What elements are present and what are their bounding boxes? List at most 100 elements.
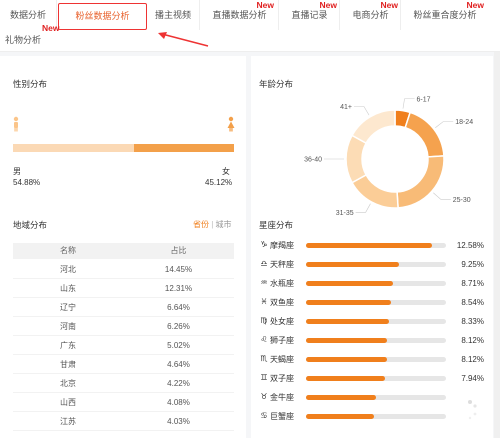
zodiac-name: 狮子座	[270, 336, 294, 345]
zodiac-sign-icon: ♎	[260, 259, 268, 268]
tab-fan-data-analysis[interactable]: 粉丝数据分析	[58, 3, 147, 30]
age-slice[interactable]	[345, 134, 368, 184]
region-percent: 14.45%	[164, 265, 193, 274]
zodiac-name: 摩羯座	[270, 241, 294, 250]
region-percent: 4.64%	[167, 360, 190, 369]
zodiac-bar-track	[306, 262, 446, 267]
male-percent: 54.88%	[13, 178, 41, 187]
gender-bar	[13, 144, 234, 152]
male-label: 男	[13, 167, 21, 176]
zodiac-title: 星座分布	[259, 220, 294, 230]
region-name: 广东	[60, 341, 76, 350]
age-donut-chart: 6-17 18-24 25-30 31-35 36-40 41+	[304, 96, 473, 217]
annotation-arrow-icon	[158, 32, 209, 47]
toggle-divider: |	[211, 220, 214, 229]
tab-fan-overlap-analysis[interactable]: 粉丝重合度分析 New	[402, 0, 488, 30]
zodiac-percent: 12.58%	[456, 241, 484, 250]
zodiac-bar-track	[306, 319, 446, 324]
tab-ecommerce-analysis[interactable]: 电商分析 New	[341, 0, 401, 30]
scrollbar[interactable]	[494, 52, 500, 438]
zodiac-row: ♒ 水瓶座 8.71%	[259, 276, 489, 292]
zodiac-name: 巨蟹座	[270, 412, 294, 421]
zodiac-percent: 8.12%	[461, 355, 484, 364]
zodiac-bar-track	[306, 281, 446, 286]
zodiac-name: 天蝎座	[270, 355, 294, 364]
region-percent: 6.26%	[167, 322, 190, 331]
age-label-line	[355, 203, 371, 213]
tab-label: 礼物分析	[4, 35, 41, 45]
table-row: 辽宁 6.64%	[13, 298, 234, 317]
female-percent: 45.12%	[205, 178, 233, 187]
zodiac-sign-icon: ♊	[260, 373, 268, 382]
age-slice-label: 41+	[340, 104, 352, 111]
female-icon	[227, 116, 235, 132]
new-badge: New	[319, 0, 337, 10]
zodiac-bar-fill	[306, 357, 388, 362]
zodiac-sign-icon: ♉	[260, 392, 268, 401]
zodiac-percent: 7.94%	[461, 374, 484, 383]
zodiac-bar-fill	[306, 338, 388, 343]
tab-creator-videos[interactable]: 播主视频	[147, 0, 200, 30]
female-bar-fill	[134, 144, 234, 152]
zodiac-bar-track	[306, 357, 446, 362]
zodiac-bar-fill	[306, 395, 376, 400]
zodiac-bar-track	[306, 300, 446, 305]
age-title: 年龄分布	[259, 79, 294, 89]
age-slice-label: 6-17	[417, 96, 431, 103]
zodiac-row: ♎ 天秤座 9.25%	[259, 257, 489, 273]
zodiac-percent: 8.71%	[461, 279, 484, 288]
age-slice-label: 18-24	[455, 119, 473, 126]
zodiac-row: ♓ 双鱼座 8.54%	[259, 295, 489, 311]
region-name: 山东	[60, 284, 76, 293]
tab-gift-analysis[interactable]: 礼物分析	[0, 30, 46, 50]
zodiac-bar-fill	[306, 376, 386, 381]
region-percent: 4.22%	[167, 379, 190, 388]
zodiac-percent: 8.33%	[461, 317, 484, 326]
tab-bar: 数据分析 粉丝数据分析 播主视频 直播数据分析 New 直播记录 New 电商分…	[0, 0, 500, 52]
zodiac-sign-icon: ♋	[260, 411, 268, 420]
zodiac-bar-fill	[306, 281, 394, 286]
table-row: 江苏 4.03%	[13, 412, 234, 431]
zodiac-bar-track	[306, 414, 446, 419]
zodiac-name: 处女座	[270, 317, 294, 326]
age-label-line	[435, 121, 454, 128]
region-percent: 4.03%	[167, 417, 190, 426]
zodiac-name: 双鱼座	[270, 298, 294, 307]
toggle-province[interactable]: 省份	[193, 220, 209, 229]
new-badge: New	[380, 0, 398, 10]
age-slice[interactable]	[396, 155, 445, 209]
table-row: 广东 5.02%	[13, 336, 234, 355]
loading-spinner-icon	[468, 400, 477, 420]
toggle-city[interactable]: 城市	[216, 220, 232, 229]
column-name-header: 名称	[60, 246, 76, 255]
table-row: 河南 6.26%	[13, 317, 234, 336]
zodiac-percent: 8.54%	[461, 298, 484, 307]
zodiac-name: 水瓶座	[270, 279, 294, 288]
zodiac-bar-track	[306, 338, 446, 343]
age-slice[interactable]	[404, 111, 445, 158]
zodiac-bar-track	[306, 395, 446, 400]
age-label-line	[353, 106, 370, 116]
age-label-line	[402, 98, 415, 109]
region-percent: 6.64%	[167, 303, 190, 312]
zodiac-bar-fill	[306, 300, 392, 305]
zodiac-name: 天秤座	[270, 260, 294, 269]
zodiac-row: ♏ 天蝎座 8.12%	[259, 352, 489, 368]
table-row: 甘肃 4.64%	[13, 355, 234, 374]
tab-live-records[interactable]: 直播记录 New	[280, 0, 340, 30]
age-slice-label: 31-35	[336, 210, 354, 217]
zodiac-row: ♍ 处女座 8.33%	[259, 314, 489, 330]
tab-live-data-analysis[interactable]: 直播数据分析 New	[201, 0, 279, 30]
zodiac-row: ♊ 双子座 7.94%	[259, 371, 489, 387]
region-name: 甘肃	[60, 360, 76, 369]
region-name: 河南	[60, 322, 76, 331]
zodiac-bar-fill	[306, 319, 390, 324]
age-slice[interactable]	[351, 109, 396, 145]
age-slice-label: 36-40	[304, 157, 322, 164]
zodiac-sign-icon: ♏	[260, 354, 268, 363]
new-badge: New	[466, 0, 484, 10]
region-toggle: 省份 | 城市	[193, 219, 232, 230]
new-badge: New	[256, 0, 274, 10]
age-slice[interactable]	[351, 173, 399, 209]
region-percent: 12.31%	[164, 284, 193, 293]
